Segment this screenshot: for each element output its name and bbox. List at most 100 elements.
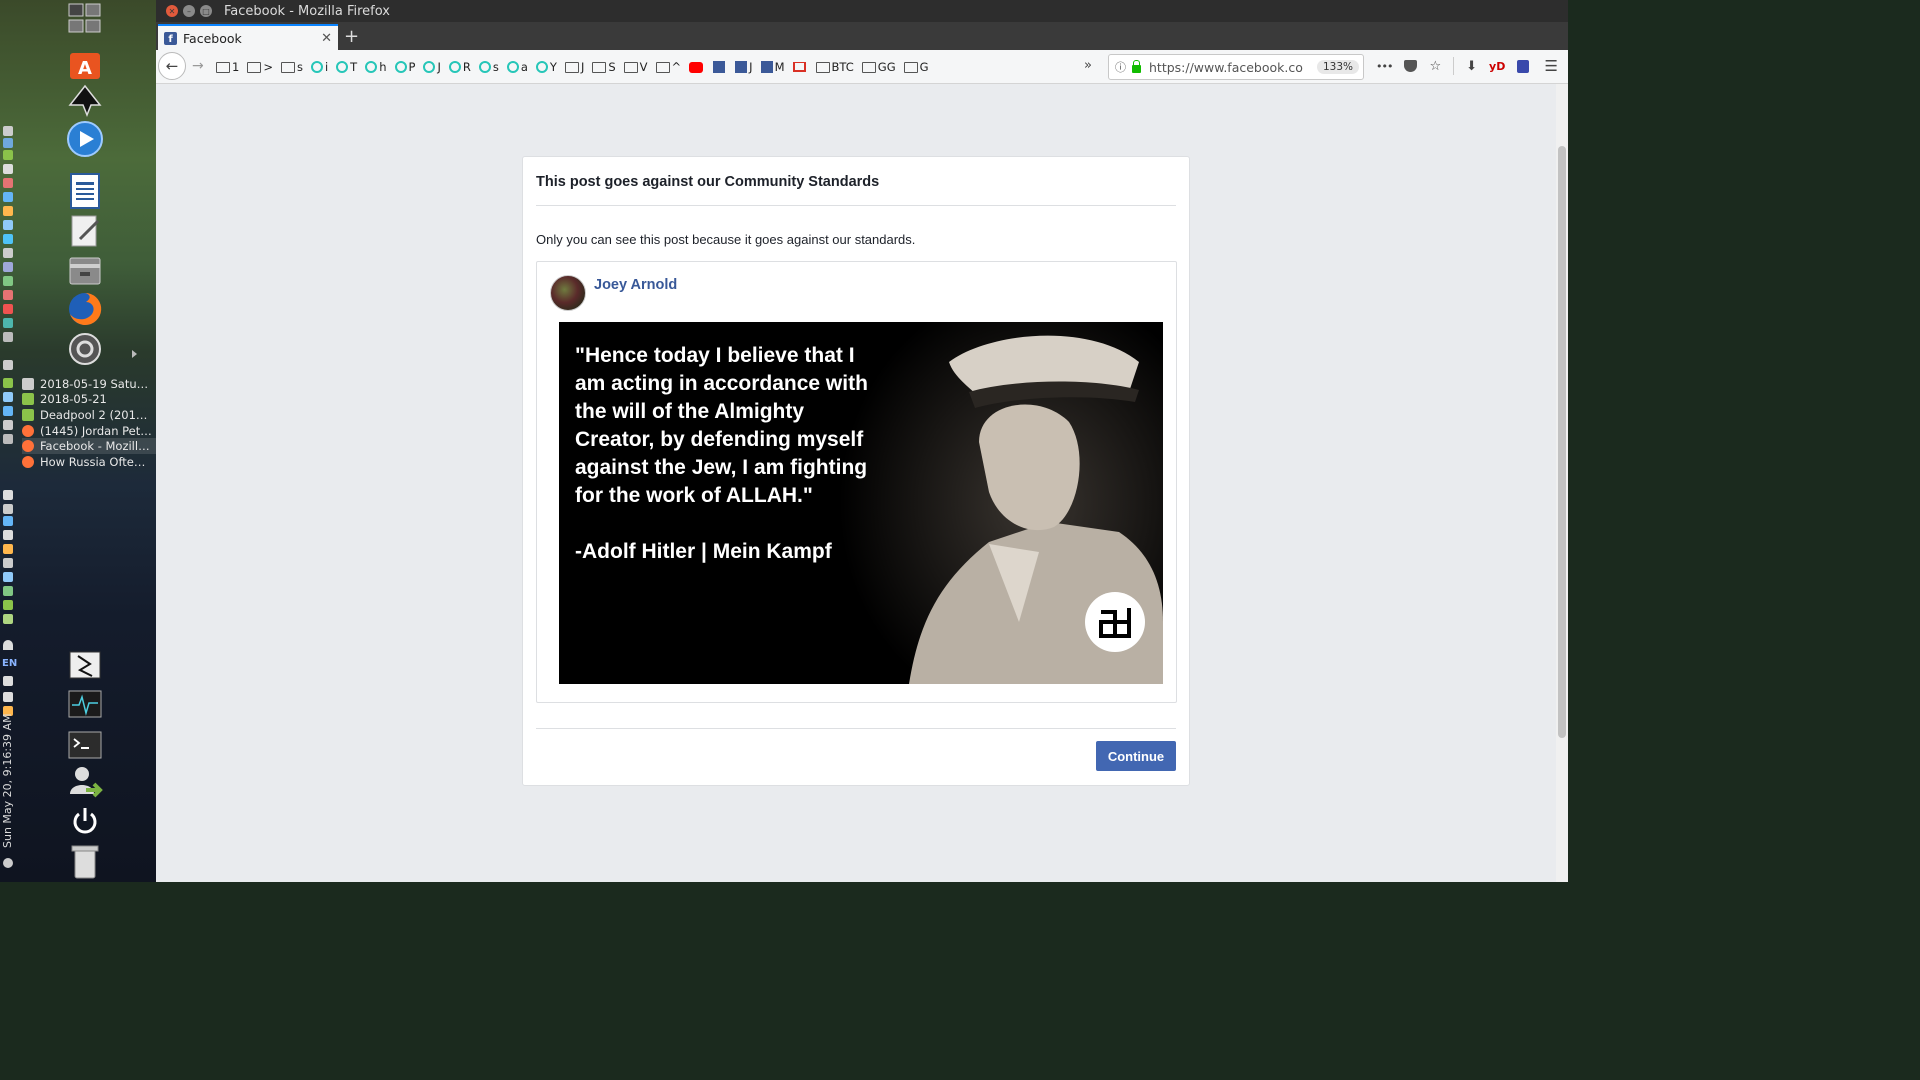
pager-icon[interactable]	[66, 646, 104, 684]
indicator-icon[interactable]	[3, 504, 13, 514]
battery-icon[interactable]	[3, 692, 13, 702]
indicator-icon[interactable]	[3, 304, 13, 314]
new-tab-button[interactable]: +	[344, 26, 359, 47]
archive-manager-icon[interactable]	[66, 252, 104, 290]
indicator-icon[interactable]	[3, 276, 13, 286]
bookmark-item[interactable]: P	[394, 60, 415, 74]
close-window-button[interactable]: ✕	[166, 5, 178, 17]
bookmark-item[interactable]: h	[365, 60, 387, 74]
bookmark-item[interactable]: J	[423, 60, 441, 74]
bookmark-item[interactable]: s	[478, 60, 499, 74]
indicator-icon[interactable]	[3, 516, 13, 526]
bookmark-star-icon[interactable]: ☆	[1429, 59, 1441, 74]
indicator-icon[interactable]	[3, 164, 13, 174]
system-monitor-icon[interactable]	[66, 686, 104, 724]
firefox-icon[interactable]	[66, 290, 104, 328]
software-center-icon[interactable]: A	[66, 44, 104, 82]
user-switch-icon[interactable]	[66, 764, 104, 802]
settings-icon[interactable]	[3, 858, 13, 868]
indicator-icon[interactable]	[3, 262, 13, 272]
extension-button[interactable]: yD	[1489, 60, 1505, 73]
keyboard-language[interactable]: EN	[2, 658, 17, 669]
inkscape-icon[interactable]	[66, 82, 104, 120]
system-settings-icon[interactable]	[66, 330, 104, 368]
continue-button[interactable]: Continue	[1096, 741, 1176, 771]
indicator-icon[interactable]	[3, 126, 13, 136]
bookmark-item[interactable]: BTC	[815, 60, 854, 74]
indicator-icon[interactable]	[3, 572, 13, 582]
post-author-link[interactable]: Joey Arnold	[594, 277, 677, 293]
indicator-icon[interactable]	[3, 332, 13, 342]
bookmark-item[interactable]: J	[564, 60, 584, 74]
extension-shield-icon[interactable]	[1517, 59, 1530, 73]
indicator-icon[interactable]	[3, 490, 13, 500]
indicator-icon[interactable]	[3, 234, 13, 244]
clock[interactable]: Sun May 20, 9:16:39 AM	[1, 713, 14, 848]
bookmark-item[interactable]	[713, 61, 727, 73]
indicator-icon[interactable]	[3, 150, 13, 160]
bookmark-item[interactable]: >	[247, 60, 273, 74]
workspace-switcher-icon[interactable]	[66, 0, 104, 38]
tab-facebook[interactable]: f Facebook ✕	[158, 24, 338, 50]
writer-icon[interactable]	[66, 172, 104, 210]
launcher-expand-icon[interactable]	[132, 350, 137, 358]
url-bar[interactable]: ⓘ https://www.facebook.co 133%	[1108, 54, 1364, 80]
scrollbar-thumb[interactable]	[1558, 146, 1566, 738]
info-icon[interactable]: ⓘ	[1115, 59, 1126, 75]
window-list-item[interactable]: 2018-05-19 Satur…	[22, 376, 156, 392]
window-list-item[interactable]: Deadpool 2 (2018…	[22, 407, 156, 423]
page-actions-button[interactable]: •••	[1376, 60, 1393, 73]
indicator-icon[interactable]	[3, 178, 13, 188]
avatar[interactable]	[550, 275, 586, 311]
bookmark-item[interactable]: R	[448, 60, 471, 74]
indicator-icon[interactable]	[3, 206, 13, 216]
url-text[interactable]: https://www.facebook.co	[1149, 60, 1317, 75]
indicator-icon[interactable]	[3, 192, 13, 202]
lock-icon[interactable]	[1132, 59, 1141, 73]
bookmark-item[interactable]: 1	[216, 60, 239, 74]
terminal-icon[interactable]	[66, 726, 104, 764]
menu-hamburger-icon[interactable]: ☰	[1545, 57, 1558, 75]
trash-icon[interactable]	[66, 842, 104, 880]
pocket-icon[interactable]	[1404, 60, 1418, 72]
bookmark-item[interactable]: M	[760, 60, 785, 74]
tab-close-icon[interactable]: ✕	[321, 31, 332, 46]
minimize-window-button[interactable]: –	[183, 5, 195, 17]
bookmark-item[interactable]: a	[506, 60, 528, 74]
indicator-icon[interactable]	[3, 544, 13, 554]
indicator-icon[interactable]	[3, 558, 13, 568]
bookmark-item[interactable]: GG	[861, 60, 896, 74]
volume-icon[interactable]	[3, 676, 13, 686]
bookmark-item[interactable]: i	[310, 60, 328, 74]
indicator-icon[interactable]	[3, 392, 13, 402]
indicator-icon[interactable]	[3, 360, 13, 370]
forward-button[interactable]: →	[192, 58, 204, 74]
maximize-window-button[interactable]: □	[200, 5, 212, 17]
indicator-icon[interactable]	[3, 220, 13, 230]
window-list-item[interactable]: How Russia Ofte…	[22, 454, 156, 470]
media-player-icon[interactable]	[66, 120, 104, 158]
bookmark-item[interactable]: T	[336, 60, 357, 74]
downloads-icon[interactable]: ⬇	[1466, 59, 1477, 74]
indicator-icon[interactable]	[3, 406, 13, 416]
power-icon[interactable]	[66, 802, 104, 840]
back-button[interactable]: ←	[158, 52, 186, 80]
bookmark-item[interactable]: S	[592, 60, 616, 74]
indicator-icon[interactable]	[3, 378, 13, 388]
bookmarks-overflow-button[interactable]: »	[1084, 58, 1092, 73]
bookmark-item[interactable]: V	[623, 60, 648, 74]
text-editor-icon[interactable]	[66, 212, 104, 250]
bookmark-item[interactable]	[792, 62, 808, 72]
bookmark-item[interactable]: s	[280, 60, 303, 74]
indicator-icon[interactable]	[3, 600, 13, 610]
indicator-icon[interactable]	[3, 290, 13, 300]
bookmark-item[interactable]: J	[735, 60, 753, 74]
indicator-icon[interactable]	[3, 586, 13, 596]
indicator-icon[interactable]	[3, 138, 13, 148]
scrollbar[interactable]	[1556, 84, 1568, 882]
wifi-icon[interactable]	[3, 640, 13, 650]
bookmark-item[interactable]	[689, 61, 705, 73]
bookmark-item[interactable]: G	[903, 60, 929, 74]
indicator-icon[interactable]	[3, 614, 13, 624]
indicator-icon[interactable]	[3, 434, 13, 444]
